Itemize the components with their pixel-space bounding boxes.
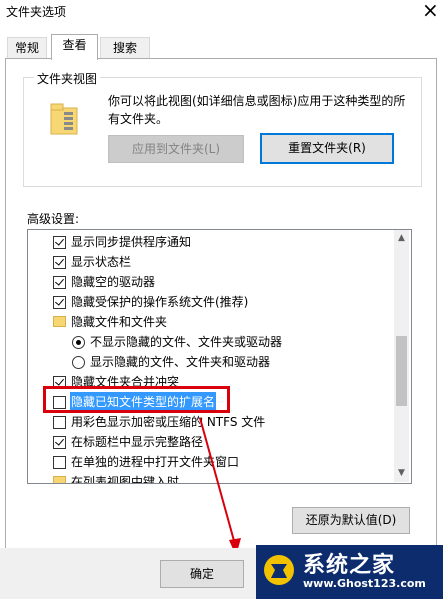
apply-to-folders-button[interactable]: 应用到文件夹(L)	[108, 135, 244, 163]
scrollbar-thumb[interactable]	[396, 336, 407, 406]
folder-icon	[53, 476, 66, 483]
title-bar	[0, 0, 443, 24]
logo-mark-icon	[264, 555, 294, 585]
radio-button[interactable]	[72, 336, 85, 349]
watermark-text: 系统之家	[303, 553, 396, 578]
checkbox[interactable]	[53, 296, 66, 309]
advanced-settings-list[interactable]: 显示同步提供程序通知 显示状态栏 隐藏空的驱动器 隐藏受保护的操作系统文件(推荐…	[27, 229, 412, 484]
scroll-down-icon[interactable]: ▼	[394, 466, 409, 481]
scroll-up-icon[interactable]: ▲	[394, 231, 409, 246]
tab-view[interactable]: 查看	[51, 34, 98, 60]
checkbox[interactable]	[53, 256, 66, 269]
checkbox[interactable]	[53, 456, 66, 469]
radio-button[interactable]	[72, 356, 85, 369]
checkbox[interactable]	[53, 416, 66, 429]
close-icon[interactable]: ×	[422, 0, 439, 22]
highlight-box	[43, 386, 230, 413]
tab-search[interactable]: 搜索	[100, 37, 150, 59]
folder-views-description: 你可以将此视图(如详细信息或图标)应用于这种类型的所有文件夹。	[108, 94, 406, 126]
ok-button[interactable]: 确定	[160, 560, 244, 588]
reset-folders-button[interactable]: 重置文件夹(R)	[260, 133, 394, 164]
checkbox[interactable]	[53, 436, 66, 449]
folder-icon	[53, 316, 66, 327]
checkbox[interactable]	[53, 236, 66, 249]
watermark-url: www.Ghost123.com	[303, 577, 426, 590]
window-title: 文件夹选项	[6, 5, 67, 19]
folder-view-icon	[50, 103, 78, 135]
advanced-settings-label: 高级设置:	[27, 212, 80, 226]
folder-views-legend: 文件夹视图	[34, 70, 101, 87]
checkbox[interactable]	[53, 276, 66, 289]
tab-general[interactable]: 常规	[7, 37, 47, 59]
restore-defaults-button[interactable]: 还原为默认值(D)	[292, 507, 410, 534]
